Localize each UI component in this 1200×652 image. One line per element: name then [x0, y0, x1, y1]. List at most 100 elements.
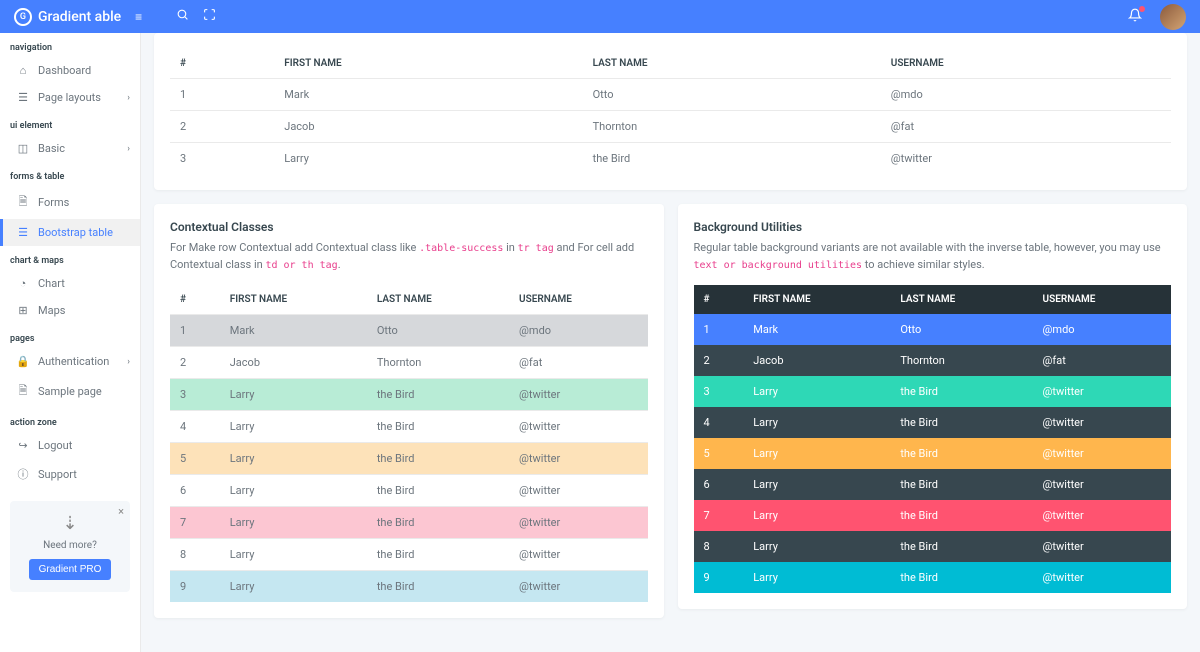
table-cell: the Bird [583, 143, 881, 175]
nav-section-label: action zone [0, 408, 140, 432]
sidebar: navigation⌂Dashboard☰Page layouts›ui ele… [0, 33, 141, 652]
table-row: 2JacobThornton@fat [170, 347, 648, 379]
table-row: 9Larrythe Bird@twitter [694, 562, 1172, 593]
top-header: G Gradient able ≡ [0, 0, 1200, 33]
sidebar-item-chart[interactable]: ◔Chart [0, 270, 140, 297]
table-cell: @fat [1033, 345, 1171, 376]
table-cell: 7 [694, 500, 744, 531]
nav-icon: 🔒 [16, 355, 30, 368]
table-cell: Otto [367, 315, 509, 347]
nav-label: Chart [38, 277, 65, 290]
table-cell: Thornton [583, 111, 881, 143]
nav-label: Basic [38, 142, 65, 155]
table-row: 1MarkOtto@mdo [170, 315, 648, 347]
sidebar-item-sample-page[interactable]: 🗎Sample page [0, 375, 140, 408]
table-cell: Larry [220, 507, 367, 539]
table-cell: 9 [170, 571, 220, 603]
table-row: 8Larrythe Bird@twitter [170, 539, 648, 571]
sidebar-item-maps[interactable]: ⊞Maps [0, 297, 140, 324]
table-cell: Larry [743, 376, 890, 407]
table-cell: 1 [170, 315, 220, 347]
card-background-utils: Background Utilities Regular table backg… [678, 204, 1188, 609]
user-avatar[interactable] [1160, 4, 1186, 30]
table-cell: Larry [743, 500, 890, 531]
table-cell: @twitter [509, 475, 647, 507]
table-cell: 7 [170, 507, 220, 539]
nav-section-label: pages [0, 324, 140, 348]
nav-section-label: forms & table [0, 162, 140, 186]
sidebar-item-logout[interactable]: ↪Logout [0, 432, 140, 459]
search-icon[interactable] [176, 8, 189, 25]
table-cell: the Bird [890, 500, 1032, 531]
table-cell: Larry [743, 407, 890, 438]
card-contextual: Contextual Classes For Make row Contextu… [154, 204, 664, 618]
table-cell: @mdo [1033, 314, 1171, 345]
sidebar-item-authentication[interactable]: 🔒Authentication› [0, 348, 140, 375]
sidebar-item-basic[interactable]: ◫Basic› [0, 135, 140, 162]
table-cell: the Bird [367, 379, 509, 411]
table-cell: @twitter [509, 443, 647, 475]
table-cell: 3 [170, 143, 274, 175]
contextual-table: #FIRST NAMELAST NAMEUSERNAME 1MarkOtto@m… [170, 285, 648, 602]
table-row: 3Larrythe Bird@twitter [694, 376, 1172, 407]
table-header: # [694, 285, 744, 314]
table-cell: 1 [170, 79, 274, 111]
fullscreen-icon[interactable] [203, 8, 216, 25]
nav-icon: ⌂ [16, 64, 30, 77]
table-cell: the Bird [890, 376, 1032, 407]
nav-label: Support [38, 468, 77, 481]
nav-label: Dashboard [38, 64, 91, 77]
table-header: FIRST NAME [274, 49, 582, 79]
table-row: 8Larrythe Bird@twitter [694, 531, 1172, 562]
table-cell: 6 [694, 469, 744, 500]
table-cell: the Bird [890, 469, 1032, 500]
table-cell: @fat [881, 111, 1171, 143]
table-cell: Larry [220, 443, 367, 475]
table-row: 1MarkOtto@mdo [694, 314, 1172, 345]
table-cell: Larry [220, 411, 367, 443]
table-row: 5Larrythe Bird@twitter [694, 438, 1172, 469]
sidebar-item-bootstrap-table[interactable]: ☰Bootstrap table [0, 219, 140, 246]
sidebar-item-page-layouts[interactable]: ☰Page layouts› [0, 84, 140, 111]
table-cell: @twitter [1033, 438, 1171, 469]
basic-table: #FIRST NAMELAST NAMEUSERNAME 1MarkOtto@m… [170, 49, 1171, 174]
table-cell: Larry [743, 438, 890, 469]
table-row: 4Larrythe Bird@twitter [170, 411, 648, 443]
table-cell: 6 [170, 475, 220, 507]
sidebar-item-forms[interactable]: 🗎Forms [0, 186, 140, 219]
nav-label: Authentication [38, 355, 109, 368]
nav-icon: ↪ [16, 439, 30, 452]
table-cell: @twitter [509, 539, 647, 571]
logo-icon: G [14, 8, 32, 26]
table-cell: 2 [170, 111, 274, 143]
table-cell: the Bird [890, 438, 1032, 469]
table-cell: 5 [170, 443, 220, 475]
table-cell: Jacob [743, 345, 890, 376]
promo-box: ×⇣Need more?Gradient PRO [10, 501, 130, 592]
menu-toggle-icon[interactable]: ≡ [135, 10, 142, 24]
table-cell: the Bird [890, 531, 1032, 562]
table-cell: @twitter [509, 571, 647, 603]
table-cell: 3 [170, 379, 220, 411]
table-cell: the Bird [367, 475, 509, 507]
table-cell: @fat [509, 347, 647, 379]
table-cell: the Bird [367, 443, 509, 475]
brand-logo[interactable]: G Gradient able [14, 8, 121, 26]
table-row: 2JacobThornton@fat [694, 345, 1172, 376]
table-row: 1MarkOtto@mdo [170, 79, 1171, 111]
table-cell: Thornton [367, 347, 509, 379]
sidebar-item-support[interactable]: ⓘSupport [0, 459, 140, 489]
table-header: LAST NAME [583, 49, 881, 79]
table-cell: @mdo [509, 315, 647, 347]
nav-label: Page layouts [38, 91, 101, 104]
card-basic-table: #FIRST NAMELAST NAMEUSERNAME 1MarkOtto@m… [154, 33, 1187, 190]
close-icon[interactable]: × [118, 505, 124, 518]
table-cell: the Bird [367, 571, 509, 603]
promo-button[interactable]: Gradient PRO [29, 559, 112, 580]
notification-icon[interactable] [1128, 8, 1142, 26]
nav-section-label: chart & maps [0, 246, 140, 270]
sidebar-item-dashboard[interactable]: ⌂ Dashboard [0, 57, 140, 84]
table-cell: Larry [743, 562, 890, 593]
table-row: 4Larrythe Bird@twitter [694, 407, 1172, 438]
background-table: #FIRST NAMELAST NAMEUSERNAME 1MarkOtto@m… [694, 285, 1172, 593]
